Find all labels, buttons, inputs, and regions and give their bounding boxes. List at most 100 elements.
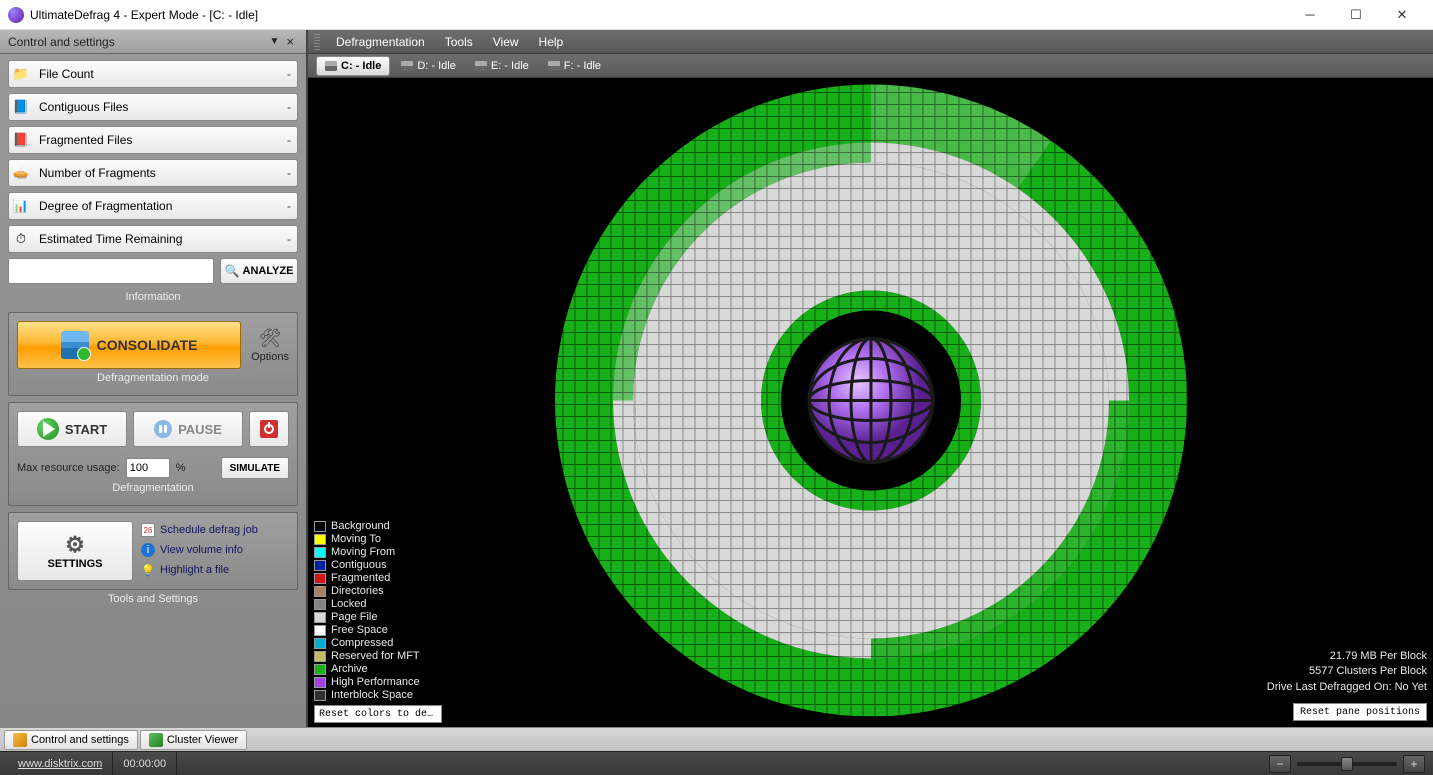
info-value: - [287, 166, 291, 180]
legend-contiguous[interactable]: Contiguous [314, 559, 442, 571]
resource-label: Max resource usage: [17, 462, 120, 474]
info-row-estimated-time-remaining[interactable]: ⏱ Estimated Time Remaining - [8, 225, 298, 253]
sidebar-collapse-icon[interactable]: ▼ [267, 36, 283, 47]
bottom-tab-cluster-viewer[interactable]: Cluster Viewer [140, 730, 247, 750]
start-panel: START PAUSE Max resource usage: % SIMULA… [8, 402, 298, 506]
vendor-link[interactable]: www.disktrix.com [18, 758, 102, 770]
settings-label: SETTINGS [47, 558, 102, 570]
color-swatch [314, 664, 326, 675]
legend-directories[interactable]: Directories [314, 585, 442, 597]
drive-tab-c[interactable]: C: - Idle [316, 56, 390, 76]
calendar-icon: 26 [141, 523, 155, 537]
reset-colors-button[interactable]: Reset colors to de… [314, 705, 442, 723]
menu-view[interactable]: View [483, 33, 529, 51]
legend-free-space[interactable]: Free Space [314, 624, 442, 636]
pause-button[interactable]: PAUSE [133, 411, 243, 447]
menu-tools[interactable]: Tools [435, 33, 483, 51]
view-volume-info-link[interactable]: iView volume info [141, 543, 258, 557]
sidebar-close-icon[interactable]: × [282, 34, 298, 49]
toolbar-grip-icon[interactable] [314, 34, 320, 50]
start-button[interactable]: START [17, 411, 127, 447]
gear-icon: ⚙ [65, 532, 85, 558]
tab-icon [149, 733, 163, 747]
legend-high-performance[interactable]: High Performance [314, 676, 442, 688]
window-title: UltimateDefrag 4 - Expert Mode - [C: - I… [30, 8, 1287, 22]
simulate-button[interactable]: SIMULATE [221, 457, 289, 479]
info-row-degree-of-fragmentation[interactable]: 📊 Degree of Fragmentation - [8, 192, 298, 220]
info-label: Fragmented Files [39, 133, 287, 147]
legend-reserved-for-mft[interactable]: Reserved for MFT [314, 650, 442, 662]
info-value: - [287, 100, 291, 114]
tools-icon: 🛠 [259, 328, 282, 349]
drive-icon [401, 61, 413, 71]
power-icon [260, 420, 278, 438]
drive-tab-d[interactable]: D: - Idle [393, 56, 464, 76]
drive-tab-e[interactable]: E: - Idle [467, 56, 537, 76]
defrag-mode-title: Defragmentation mode [17, 369, 289, 387]
consolidate-button[interactable]: CONSOLIDATE [17, 321, 241, 369]
stat-mb-per-block: 21.79 MB Per Block [1267, 649, 1427, 664]
info-value: - [287, 67, 291, 81]
info-value: - [287, 199, 291, 213]
legend-archive[interactable]: Archive [314, 663, 442, 675]
drive-icon [325, 61, 337, 71]
bulb-icon: 💡 [141, 563, 155, 577]
stat-clusters-per-block: 5577 Clusters Per Block [1267, 664, 1427, 679]
menu-defragmentation[interactable]: Defragmentation [326, 33, 435, 51]
statusbar: www.disktrix.com 00:00:00 − + [0, 751, 1433, 775]
legend-moving-from[interactable]: Moving From [314, 546, 442, 558]
analyze-button[interactable]: 🔍 ANALYZE [220, 258, 298, 284]
menu-help[interactable]: Help [529, 33, 574, 51]
info-icon: 📊 [11, 196, 31, 216]
disk-cluster-view[interactable]: BackgroundMoving ToMoving FromContiguous… [308, 78, 1433, 727]
content-area: DefragmentationToolsViewHelp C: - IdleD:… [306, 30, 1433, 727]
info-row-fragmented-files[interactable]: 📕 Fragmented Files - [8, 126, 298, 154]
sidebar: Control and settings ▼ × 📁 File Count -📘… [0, 30, 306, 727]
search-icon: 🔍 [225, 264, 240, 278]
stat-last-defrag: Drive Last Defragged On: No Yet [1267, 680, 1427, 695]
zoom-out-button[interactable]: − [1269, 755, 1291, 773]
resource-unit: % [176, 462, 186, 474]
app-icon [8, 7, 24, 23]
legend-fragmented[interactable]: Fragmented [314, 572, 442, 584]
stop-button[interactable] [249, 411, 289, 447]
legend-locked[interactable]: Locked [314, 598, 442, 610]
legend-interblock-space[interactable]: Interblock Space [314, 689, 442, 701]
consolidate-panel: CONSOLIDATE 🛠 Options Defragmentation mo… [8, 312, 298, 396]
bottom-tab-control-and-settings[interactable]: Control and settings [4, 730, 138, 750]
legend-compressed[interactable]: Compressed [314, 637, 442, 649]
color-swatch [314, 690, 326, 701]
elapsed-time: 00:00:00 [113, 752, 177, 775]
consolidate-label: CONSOLIDATE [97, 337, 198, 353]
analyze-input[interactable] [8, 258, 214, 284]
options-button[interactable]: 🛠 Options [251, 328, 289, 363]
titlebar: UltimateDefrag 4 - Expert Mode - [C: - I… [0, 0, 1433, 30]
color-swatch [314, 521, 326, 532]
legend: BackgroundMoving ToMoving FromContiguous… [314, 520, 442, 723]
info-row-contiguous-files[interactable]: 📘 Contiguous Files - [8, 93, 298, 121]
legend-moving-to[interactable]: Moving To [314, 533, 442, 545]
drive-tab-f[interactable]: F: - Idle [540, 56, 609, 76]
tab-icon [13, 733, 27, 747]
maximize-button[interactable]: ☐ [1333, 0, 1379, 30]
info-row-number-of-fragments[interactable]: 🥧 Number of Fragments - [8, 159, 298, 187]
minimize-button[interactable]: ─ [1287, 0, 1333, 30]
zoom-controls: − + [1269, 755, 1425, 773]
highlight-file-link[interactable]: 💡Highlight a file [141, 563, 258, 577]
color-swatch [314, 547, 326, 558]
zoom-in-button[interactable]: + [1403, 755, 1425, 773]
info-label: File Count [39, 67, 287, 81]
zoom-slider[interactable] [1297, 762, 1397, 766]
play-icon [43, 421, 55, 437]
info-icon: 🥧 [11, 163, 31, 183]
settings-button[interactable]: ⚙ SETTINGS [17, 521, 133, 581]
options-label: Options [251, 351, 289, 363]
reset-pane-button[interactable]: Reset pane positions [1293, 703, 1427, 721]
legend-background[interactable]: Background [314, 520, 442, 532]
disk-visualization [551, 80, 1191, 725]
close-button[interactable]: ✕ [1379, 0, 1425, 30]
schedule-defrag-link[interactable]: 26Schedule defrag job [141, 523, 258, 537]
legend-page-file[interactable]: Page File [314, 611, 442, 623]
resource-usage-input[interactable] [126, 458, 170, 478]
info-row-file-count[interactable]: 📁 File Count - [8, 60, 298, 88]
